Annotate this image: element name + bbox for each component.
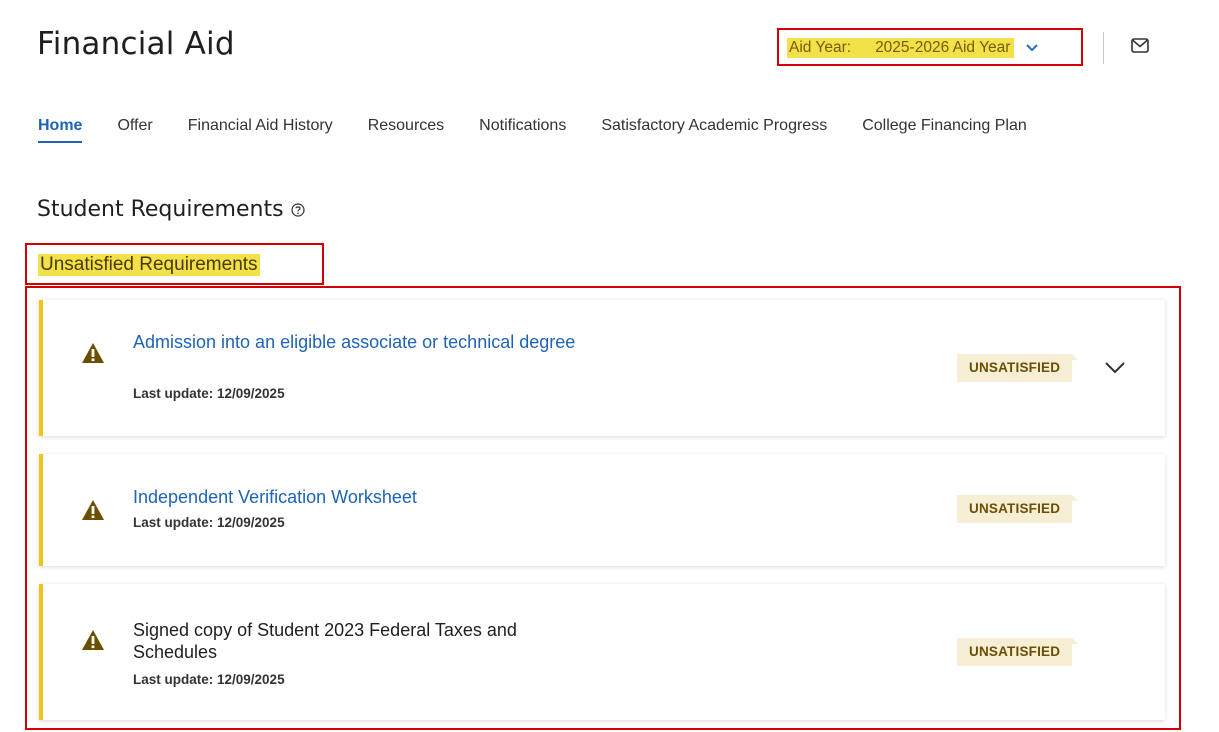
chevron-down-icon[interactable]: [1024, 40, 1040, 56]
tab-financial-aid-history[interactable]: Financial Aid History: [188, 117, 333, 143]
main-nav: Home Offer Financial Aid History Resourc…: [38, 117, 1027, 143]
tab-resources[interactable]: Resources: [368, 117, 444, 143]
requirement-title: Signed copy of Student 2023 Federal Taxe…: [133, 620, 517, 662]
student-requirements-heading: Student Requirements: [37, 197, 305, 222]
tab-notifications[interactable]: Notifications: [479, 117, 566, 143]
warning-icon: [82, 500, 104, 520]
aid-year-selector[interactable]: Aid Year: 2025-2026 Aid Year: [787, 37, 1040, 59]
help-icon[interactable]: [290, 202, 305, 217]
last-update-text: Last update: 12/09/2025: [133, 386, 285, 401]
aid-year-value[interactable]: 2025-2026 Aid Year: [853, 38, 1015, 58]
requirement-card: Signed copy of Student 2023 Federal Taxe…: [39, 584, 1165, 720]
status-badge: UNSATISFIED: [957, 638, 1079, 666]
warning-icon: [82, 343, 104, 363]
tab-college-financing-plan[interactable]: College Financing Plan: [862, 117, 1027, 143]
warning-icon: [82, 630, 104, 650]
requirement-title-link[interactable]: Admission into an eligible associate or …: [133, 331, 603, 353]
financial-aid-page: Financial Aid Aid Year: 2025-2026 Aid Ye…: [0, 0, 1219, 732]
section-heading-text: Student Requirements: [37, 197, 284, 222]
tab-offer[interactable]: Offer: [117, 117, 152, 143]
requirements-list: Admission into an eligible associate or …: [25, 286, 1181, 730]
annotation-box-unsatisfied: Unsatisfied Requirements: [25, 243, 324, 285]
tab-home[interactable]: Home: [38, 117, 83, 143]
page-title: Financial Aid: [37, 26, 235, 62]
unsatisfied-requirements-heading: Unsatisfied Requirements: [38, 254, 260, 276]
annotation-box-aid-year: Aid Year: 2025-2026 Aid Year: [777, 28, 1083, 66]
aid-year-label: Aid Year:: [787, 38, 854, 58]
last-update-text: Last update: 12/09/2025: [133, 672, 285, 687]
requirement-card: Admission into an eligible associate or …: [39, 300, 1165, 436]
requirement-title-link[interactable]: Independent Verification Worksheet: [133, 486, 603, 508]
header-divider: [1103, 32, 1104, 64]
chevron-down-icon[interactable]: [1103, 360, 1127, 376]
last-update-text: Last update: 12/09/2025: [133, 515, 285, 530]
mail-icon[interactable]: [1131, 38, 1151, 56]
status-badge: UNSATISFIED: [957, 354, 1079, 382]
status-badge: UNSATISFIED: [957, 495, 1079, 523]
requirement-card: Independent Verification Worksheet Last …: [39, 454, 1165, 566]
tab-satisfactory-academic-progress[interactable]: Satisfactory Academic Progress: [601, 117, 827, 143]
